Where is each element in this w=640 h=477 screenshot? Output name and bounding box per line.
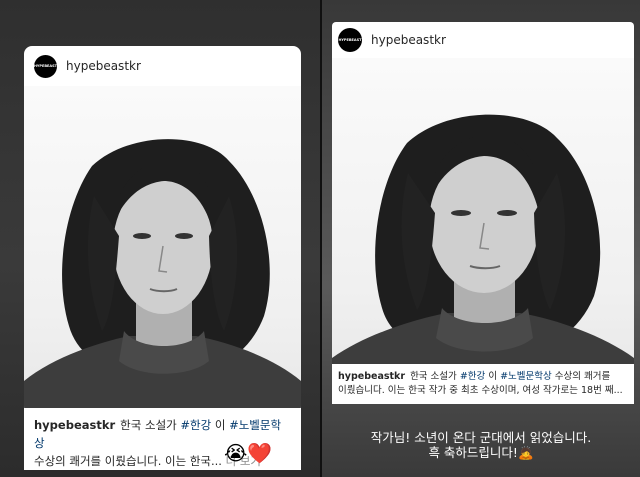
caption-username[interactable]: hypebeastkr (338, 371, 405, 382)
hashtag-link[interactable]: #노벨문학상 (500, 371, 552, 382)
post-photo (24, 86, 301, 408)
post-username[interactable]: hypebeastkr (66, 59, 141, 73)
caption-text: 수상의 쾌거를 이뤘습니다. 이는 한국... (34, 454, 222, 468)
caption-text: 이 (488, 371, 498, 382)
shared-post-card[interactable]: HYPEBEAST hypebeastkr (332, 22, 634, 400)
hashtag-link[interactable]: #한강 (460, 371, 485, 382)
shared-post-card[interactable]: HYPEBEAST hypebeastkr (24, 46, 301, 414)
story-reply-text-line2: 흑 축하드립니다! (428, 445, 518, 460)
caption-text: 이 (214, 418, 226, 432)
caption-text: 한국 소설가 (410, 371, 457, 382)
post-caption: hypebeastkr 한국 소설가 #한강 이 #노벨문학상 수상의 쾌거를 이… (332, 364, 634, 404)
hashtag-link[interactable]: #한강 (180, 418, 211, 432)
post-header: HYPEBEAST hypebeastkr (24, 46, 301, 86)
portrait-image (332, 114, 634, 386)
bowing-emoji-icon: 🙇 (517, 445, 534, 460)
caption-username[interactable]: hypebeastkr (34, 418, 115, 432)
portrait-image (24, 139, 301, 408)
reaction-emojis: 😭❤️ (224, 441, 273, 465)
post-header: HYPEBEAST hypebeastkr (332, 22, 634, 58)
avatar[interactable]: HYPEBEAST (34, 54, 57, 78)
avatar[interactable]: HYPEBEAST (338, 28, 362, 52)
caption-text: 이뤘습니다. 이는 한국 작가 중 최초 수상이며, 여성 작가로는 18번 째… (338, 385, 623, 396)
story-reply-text: 흑 축하드립니다!🙇 (322, 444, 640, 462)
post-photo (332, 58, 634, 386)
post-username[interactable]: hypebeastkr (371, 33, 446, 47)
caption-text: 수상의 쾌거를 (554, 371, 611, 382)
caption-text: 한국 소설가 (120, 418, 177, 432)
